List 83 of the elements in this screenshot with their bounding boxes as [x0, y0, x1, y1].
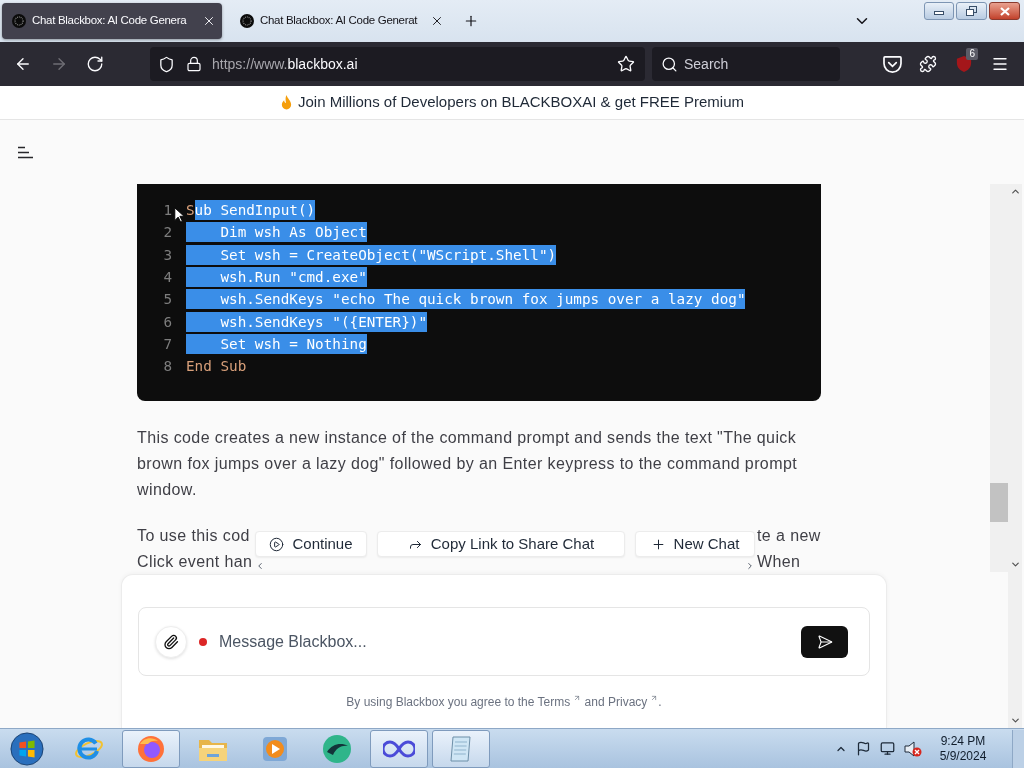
external-link-icon — [650, 694, 659, 702]
send-icon — [816, 633, 833, 650]
scroll-down-icon[interactable] — [1009, 559, 1021, 570]
clock-time[interactable]: 9:24 PM — [940, 733, 986, 749]
new-chat-button[interactable]: New Chat — [635, 531, 755, 557]
external-link-icon — [573, 694, 582, 702]
notepad-icon — [448, 734, 474, 763]
menu-icon — [17, 145, 34, 159]
close-icon — [999, 6, 1010, 16]
paperclip-icon — [163, 633, 179, 650]
infinity-icon — [383, 739, 415, 758]
footer-link[interactable]: Privacy — [607, 695, 659, 709]
flag-icon[interactable] — [856, 741, 871, 756]
answer-text: To use this cod — [137, 526, 251, 546]
url-text[interactable]: https://www.blackbox.ai — [212, 53, 358, 75]
chevron-left-icon[interactable] — [255, 560, 265, 572]
star-icon[interactable] — [617, 55, 635, 73]
puzzle-icon — [919, 55, 937, 73]
start-button[interactable] — [7, 729, 47, 768]
logo-icon — [12, 14, 26, 28]
tab[interactable]: Chat Blackbox: AI Code Generat — [230, 3, 450, 39]
address-bar[interactable]: https://www.blackbox.ai — [150, 47, 645, 81]
code-line: End Sub — [186, 357, 247, 377]
flame-icon — [280, 95, 293, 110]
minimize-button[interactable] — [924, 2, 954, 20]
close-icon[interactable] — [202, 14, 216, 28]
close-icon[interactable] — [430, 14, 444, 28]
send-button[interactable] — [801, 625, 848, 658]
line-number: 7 — [162, 334, 172, 354]
share-link-button[interactable]: Copy Link to Share Chat — [377, 531, 625, 557]
search-input[interactable]: Search — [684, 53, 824, 75]
line-number: 4 — [162, 268, 172, 288]
footer-link[interactable]: Terms — [537, 695, 582, 709]
line-number: 2 — [162, 223, 172, 243]
arrow-right-icon — [50, 55, 68, 73]
orb-icon — [10, 731, 44, 766]
line-number: 6 — [162, 312, 172, 332]
attach-button[interactable] — [155, 625, 187, 658]
answer-text: Click event han — [137, 552, 254, 572]
line-number: 5 — [162, 290, 172, 310]
logo-icon — [240, 14, 254, 28]
lock-icon[interactable] — [186, 56, 202, 72]
globe-logo-icon — [137, 734, 165, 763]
line-number: 1 — [162, 201, 172, 221]
continue-button[interactable]: Continue — [255, 531, 367, 557]
banner-text[interactable]: Join Millions of Developers on BLACKBOXAI & get FREE Premium — [298, 91, 744, 114]
clock-date[interactable]: 5/9/2024 — [939, 748, 987, 764]
extension-button[interactable]: 6 — [948, 48, 980, 80]
plus-icon — [650, 536, 666, 552]
answer-text: te a new — [757, 526, 821, 546]
monitor-icon[interactable] — [880, 741, 895, 756]
play-circle-icon — [269, 536, 285, 552]
play-icon — [262, 735, 288, 762]
search-icon — [661, 55, 678, 73]
new-tab-icon[interactable] — [463, 13, 479, 29]
badge-count: 6 — [966, 48, 978, 60]
taskbar-button[interactable] — [370, 729, 428, 768]
menu-icon — [991, 55, 1009, 73]
pocket-icon — [882, 55, 902, 73]
line-number: 3 — [162, 245, 172, 265]
search-field[interactable]: Search — [652, 47, 840, 81]
shield-icon[interactable] — [158, 55, 175, 73]
scroll-down-icon[interactable] — [1009, 715, 1021, 726]
legal-notice: By using Blackbox you agree to the Terms and Privacy . — [345, 694, 663, 710]
chevron-right-icon[interactable] — [745, 560, 755, 572]
answer-paragraph: This code creates a new instance of the command prompt and sends the text "The quick brown fox jumps over a lazy dog" followed by an Enter keypress to the command prompt window. — [137, 428, 799, 500]
line-number: 8 — [162, 357, 172, 377]
muted-speaker-icon[interactable] — [904, 740, 922, 757]
code-line: Sub SendInput() — [186, 200, 316, 221]
tab[interactable]: Chat Blackbox: AI Code Genera — [2, 3, 222, 39]
reload-icon — [86, 55, 104, 73]
answer-text: When — [757, 552, 802, 572]
shield-icon — [956, 55, 972, 73]
sidebar-toggle-button[interactable] — [17, 145, 35, 159]
message-input[interactable]: Message Blackbox... — [219, 629, 801, 654]
mouse-pointer-icon — [174, 207, 184, 223]
restore-button[interactable] — [956, 2, 987, 20]
restore-icon — [966, 6, 977, 16]
minimize-icon — [934, 11, 944, 15]
sphere-icon — [322, 733, 352, 764]
scrollbar-thumb[interactable] — [990, 483, 1008, 522]
close-window-button[interactable] — [989, 2, 1020, 20]
message-field[interactable]: Message Blackbox... — [138, 607, 870, 676]
